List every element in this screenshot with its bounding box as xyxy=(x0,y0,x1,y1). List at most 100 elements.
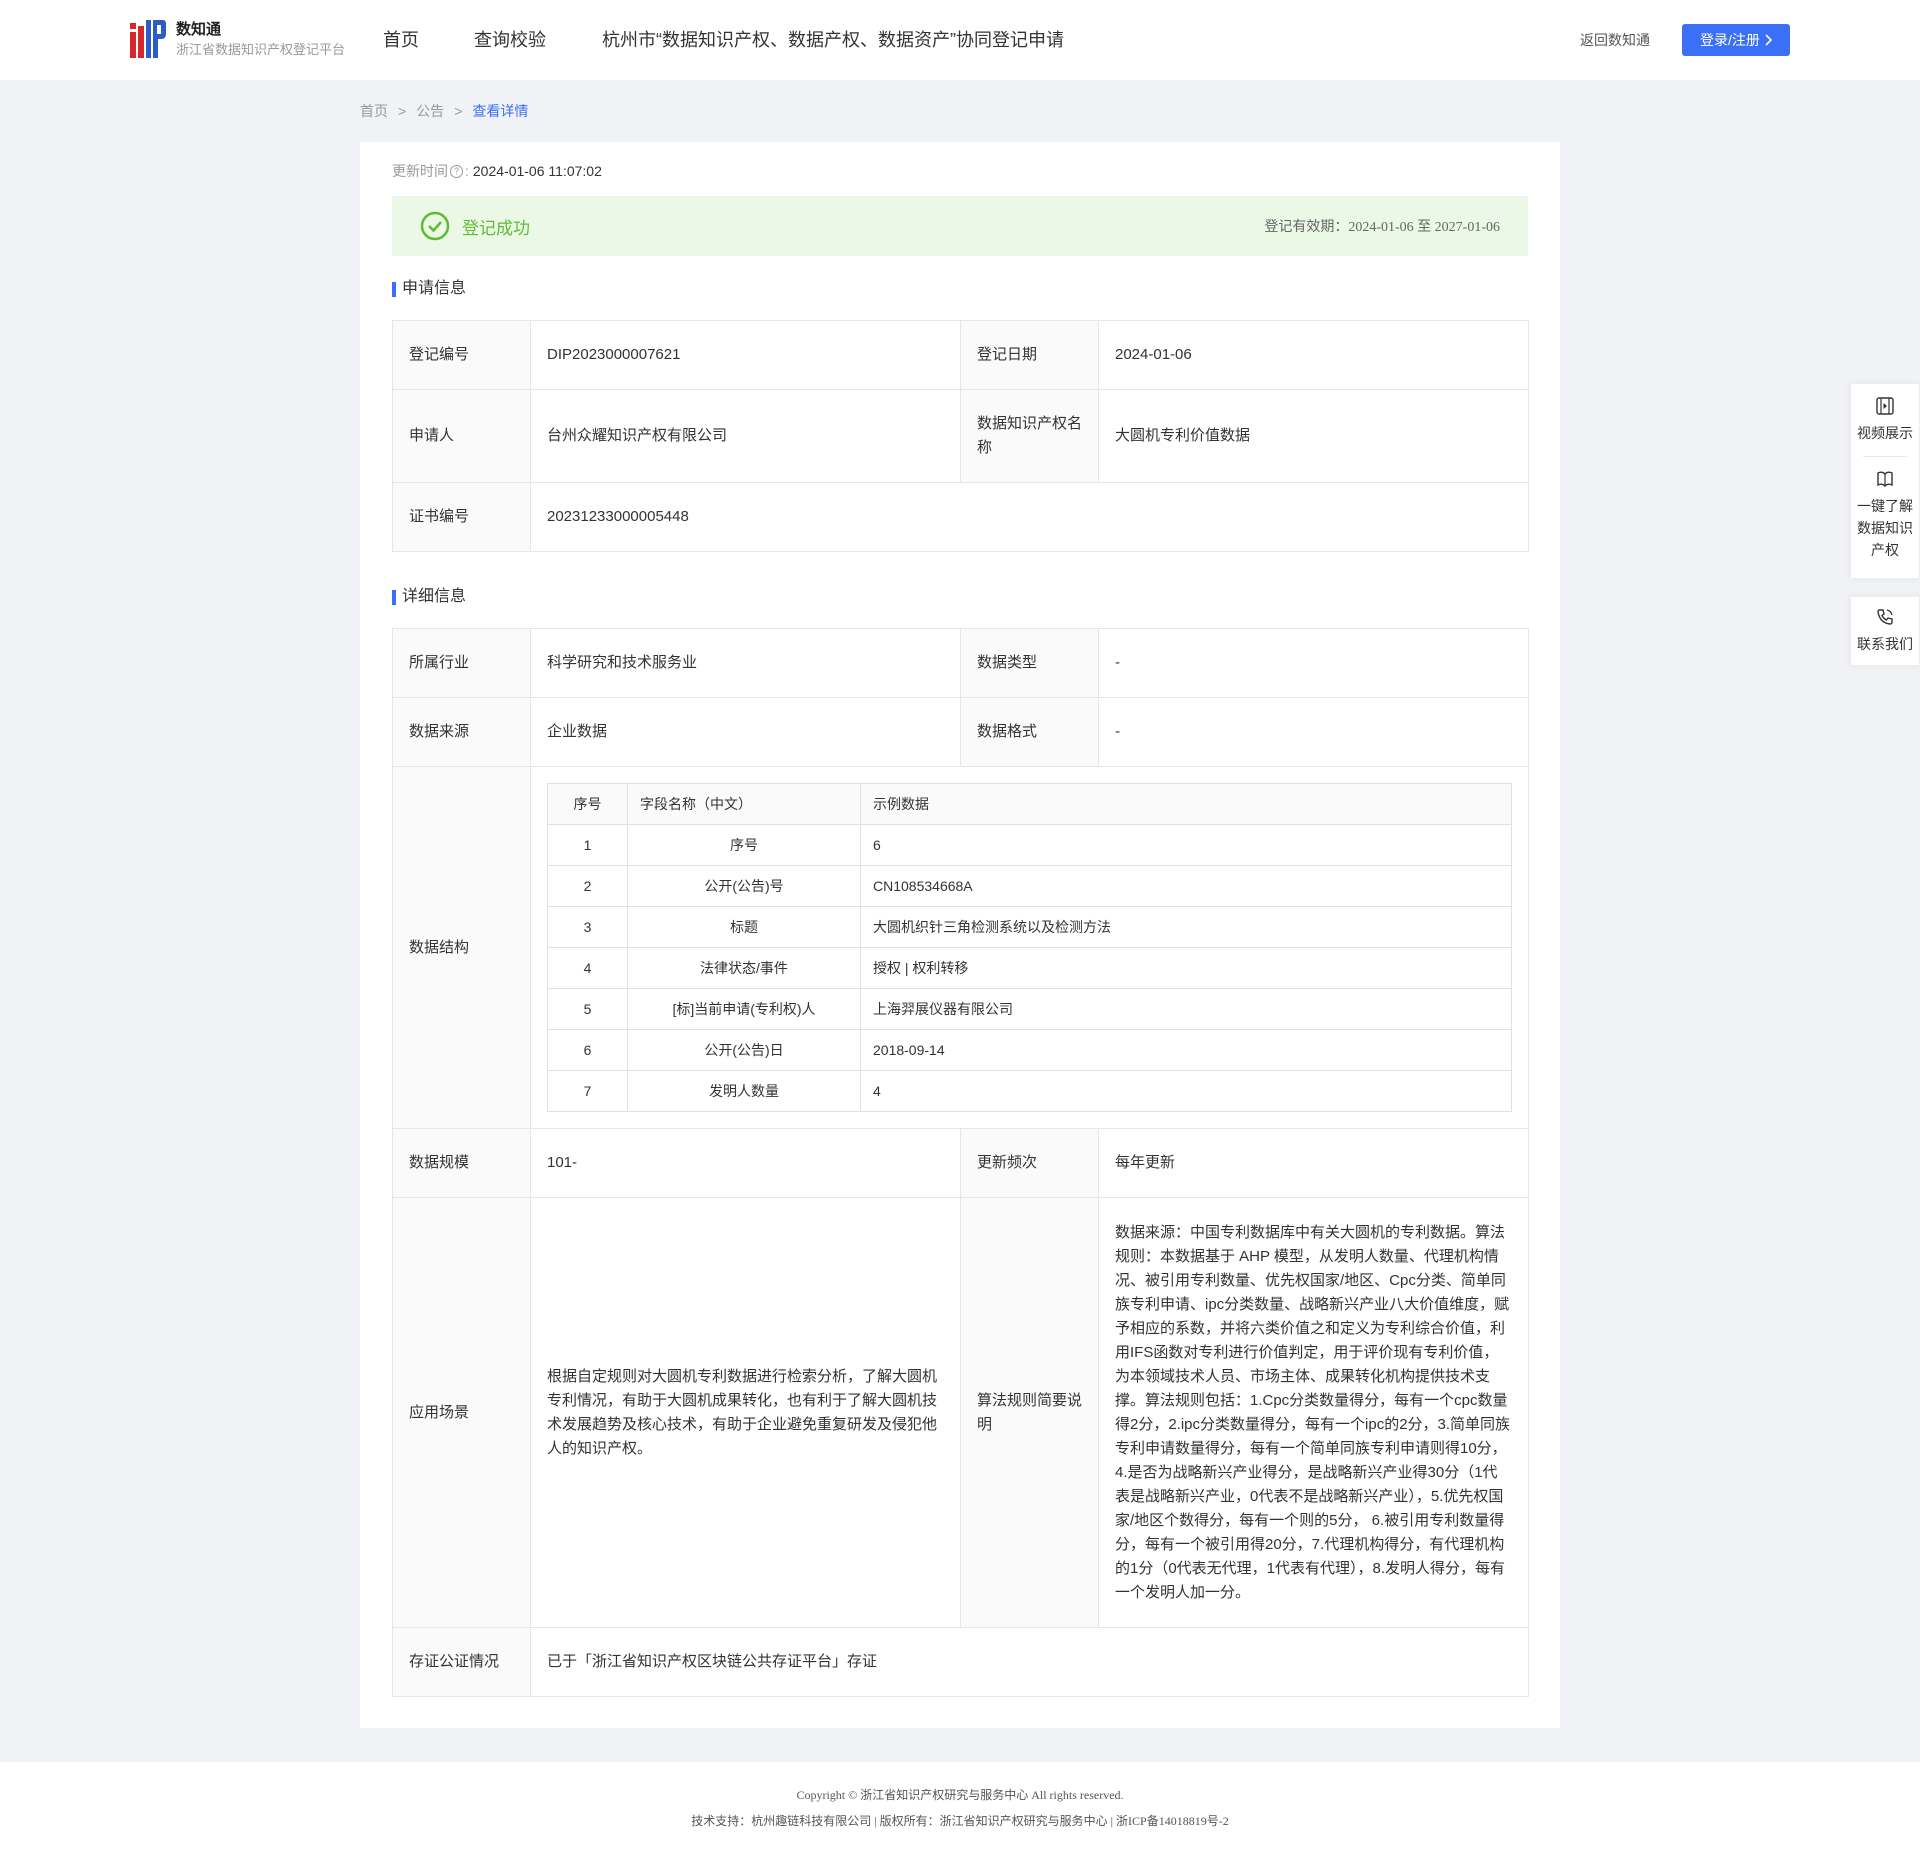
structure-header-row: 序号 字段名称（中文） 示例数据 xyxy=(547,783,1512,825)
application-info-table: 登记编号 DIP2023000007621 登记日期 2024-01-06 申请… xyxy=(392,320,1529,552)
ip-name-label: 数据知识产权名称 xyxy=(960,389,1099,483)
reg-no-value: DIP2023000007621 xyxy=(530,320,961,390)
applicant-label: 申请人 xyxy=(392,389,531,483)
video-showcase-button[interactable]: 视频展示 xyxy=(1857,396,1913,444)
structure-label: 数据结构 xyxy=(392,766,531,1129)
sidebar-divider xyxy=(1863,456,1907,457)
table-row: 4 法律状态/事件 授权 | 权利转移 xyxy=(547,947,1512,989)
structure-index: 2 xyxy=(547,865,628,907)
structure-field: 标题 xyxy=(627,906,861,948)
brand-logo[interactable] xyxy=(130,20,166,58)
reg-date-label: 登记日期 xyxy=(960,320,1099,390)
data-type-label: 数据类型 xyxy=(960,628,1099,698)
structure-sample: 2018-09-14 xyxy=(860,1029,1512,1071)
reg-date-value: 2024-01-06 xyxy=(1098,320,1529,390)
nav-hangzhou-registration[interactable]: 杭州市“数据知识产权、数据产权、数据资产”协同登记申请 xyxy=(602,0,1064,80)
brand-name: 数知通 xyxy=(176,21,222,38)
industry-value: 科学研究和技术服务业 xyxy=(530,628,961,698)
learn-data-ip-button[interactable]: 一键了解数据知识产权 xyxy=(1857,469,1913,561)
check-circle-icon xyxy=(420,211,450,241)
reg-no-label: 登记编号 xyxy=(392,320,531,390)
structure-field: 发明人数量 xyxy=(627,1070,861,1112)
detail-card: 更新时间 ? : 2024-01-06 11:07:02 登记成功 登记有效期：… xyxy=(360,142,1560,1728)
breadcrumb-separator: > xyxy=(454,103,463,119)
back-to-shuzhitong-link[interactable]: 返回数知通 xyxy=(1580,0,1650,80)
table-row: 6 公开(公告)日 2018-09-14 xyxy=(547,1029,1512,1071)
cert-no-value: 20231233000005448 xyxy=(530,482,1529,552)
table-row: 3 标题 大圆机织针三角检测系统以及检测方法 xyxy=(547,906,1512,948)
data-type-value: - xyxy=(1098,628,1529,698)
algorithm-label: 算法规则简要说明 xyxy=(960,1197,1099,1628)
learn-data-ip-label: 一键了解数据知识产权 xyxy=(1857,498,1913,558)
footer-copyright: Copyright © 浙江省知识产权研究与服务中心 All rights re… xyxy=(796,1788,1124,1802)
industry-label: 所属行业 xyxy=(392,628,531,698)
table-row: 7 发明人数量 4 xyxy=(547,1070,1512,1112)
scenario-value: 根据自定规则对大圆机专利数据进行检索分析，了解大圆机专利情况，有助于大圆机成果转… xyxy=(530,1197,961,1628)
frequency-value: 每年更新 xyxy=(1098,1128,1529,1198)
structure-field: 序号 xyxy=(627,824,861,866)
breadcrumb-separator: > xyxy=(398,103,407,119)
structure-index: 6 xyxy=(547,1029,628,1071)
structure-field: 公开(公告)日 xyxy=(627,1029,861,1071)
structure-field: [标]当前申请(专利权)人 xyxy=(627,988,861,1030)
structure-index: 7 xyxy=(547,1070,628,1112)
top-header: 数知通 浙江省数据知识产权登记平台 首页 查询校验 杭州市“数据知识产权、数据产… xyxy=(0,0,1920,80)
applicant-value: 台州众耀知识产权有限公司 xyxy=(530,389,961,483)
structure-header-index: 序号 xyxy=(547,783,628,825)
structure-sample: 上海羿展仪器有限公司 xyxy=(860,988,1512,1030)
breadcrumb-notice[interactable]: 公告 xyxy=(416,100,444,122)
source-value: 企业数据 xyxy=(530,697,961,767)
structure-index: 3 xyxy=(547,906,628,948)
notary-value: 已于「浙江省知识产权区块链公共存证平台」存证 xyxy=(530,1627,1529,1697)
frequency-label: 更新频次 xyxy=(960,1128,1099,1198)
chevron-right-icon xyxy=(1765,34,1772,46)
login-register-button[interactable]: 登录/注册 xyxy=(1682,24,1790,56)
contact-us-button[interactable]: 联系我们 xyxy=(1857,607,1913,655)
detail-info-title: 详细信息 xyxy=(392,586,466,608)
structure-field: 公开(公告)号 xyxy=(627,865,861,907)
brand-subtitle: 浙江省数据知识产权登记平台 xyxy=(176,42,346,57)
table-row: 1 序号 6 xyxy=(547,824,1512,866)
registration-status-banner: 登记成功 登记有效期：2024-01-06 至 2027-01-06 xyxy=(392,196,1528,256)
update-time-colon: : xyxy=(465,163,469,179)
algorithm-value: 数据来源：中国专利数据库中有关大圆机的专利数据。算法规则：本数据基于 AHP 模… xyxy=(1098,1197,1529,1628)
nav-home[interactable]: 首页 xyxy=(383,0,419,80)
breadcrumb-home[interactable]: 首页 xyxy=(360,100,388,122)
table-row: 证书编号 20231233000005448 xyxy=(392,482,1529,552)
table-row: 所属行业 科学研究和技术服务业 数据类型 - xyxy=(392,628,1529,698)
structure-index: 5 xyxy=(547,988,628,1030)
login-register-label: 登录/注册 xyxy=(1700,32,1760,48)
structure-sample: 大圆机织针三角检测系统以及检测方法 xyxy=(860,906,1512,948)
structure-header-sample: 示例数据 xyxy=(860,783,1512,825)
table-row: 数据规模 101- 更新频次 每年更新 xyxy=(392,1128,1529,1198)
question-circle-icon[interactable]: ? xyxy=(450,164,463,178)
application-info-title: 申请信息 xyxy=(392,278,466,300)
structure-sample: CN108534668A xyxy=(860,865,1512,907)
structure-sample: 4 xyxy=(860,1070,1512,1112)
structure-sample: 6 xyxy=(860,824,1512,866)
scale-value: 101- xyxy=(530,1128,961,1198)
structure-cell: 序号 字段名称（中文） 示例数据 1 序号 6 2 公开(公告)号 CN1085… xyxy=(530,766,1529,1129)
detail-info-table: 所属行业 科学研究和技术服务业 数据类型 - 数据来源 企业数据 数据格式 - … xyxy=(392,628,1529,1697)
format-label: 数据格式 xyxy=(960,697,1099,767)
footer-support: 技术支持：杭州趣链科技有限公司 | 版权所有：浙江省知识产权研究与服务中心 | … xyxy=(691,1814,1229,1828)
nav-query-verify[interactable]: 查询校验 xyxy=(474,0,546,80)
validity-period: 登记有效期：2024-01-06 至 2027-01-06 xyxy=(1264,220,1500,235)
notary-label: 存证公证情况 xyxy=(392,1627,531,1697)
structure-sample: 授权 | 权利转移 xyxy=(860,947,1512,989)
cert-no-label: 证书编号 xyxy=(392,482,531,552)
breadcrumb: 首页 > 公告 > 查看详情 xyxy=(360,100,528,122)
table-row: 5 [标]当前申请(专利权)人 上海羿展仪器有限公司 xyxy=(547,988,1512,1030)
table-row: 应用场景 根据自定规则对大圆机专利数据进行检索分析，了解大圆机专利情况，有助于大… xyxy=(392,1197,1529,1628)
table-row: 数据来源 企业数据 数据格式 - xyxy=(392,697,1529,767)
update-time: 更新时间 ? : 2024-01-06 11:07:02 xyxy=(392,160,602,182)
video-showcase-label: 视频展示 xyxy=(1857,425,1913,441)
video-icon xyxy=(1876,397,1894,415)
contact-us-label: 联系我们 xyxy=(1857,636,1913,652)
phone-icon xyxy=(1877,609,1893,625)
format-value: - xyxy=(1098,697,1529,767)
table-row: 数据结构 序号 字段名称（中文） 示例数据 1 序号 6 2 公开(公告)号 C… xyxy=(392,766,1529,1129)
book-icon xyxy=(1877,471,1893,487)
scenario-label: 应用场景 xyxy=(392,1197,531,1628)
table-row: 登记编号 DIP2023000007621 登记日期 2024-01-06 xyxy=(392,320,1529,390)
